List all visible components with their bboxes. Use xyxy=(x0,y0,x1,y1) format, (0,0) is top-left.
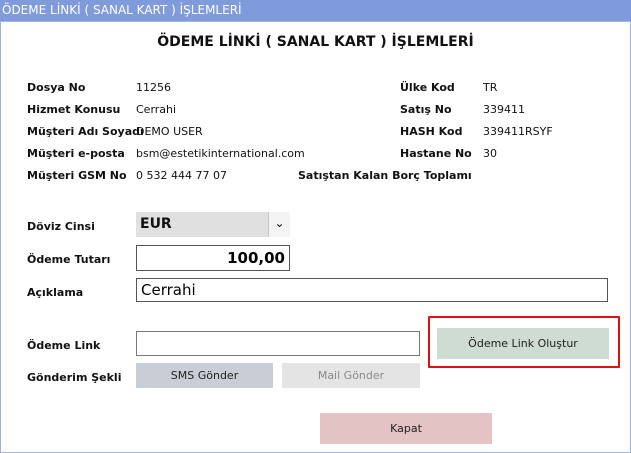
window-title: ÖDEME LİNKİ ( SANAL KART ) İŞLEMLERİ xyxy=(0,0,631,21)
dialog-frame xyxy=(0,21,631,453)
customer-email-value: bsm@estetikinternational.com xyxy=(136,147,305,160)
file-no-label: Dosya No xyxy=(27,81,86,94)
page-title: ÖDEME LİNKİ ( SANAL KART ) İŞLEMLERİ xyxy=(157,34,474,50)
create-payment-link-button[interactable]: Ödeme Link Oluştur xyxy=(437,328,609,359)
send-mail-button[interactable]: Mail Gönder xyxy=(282,363,420,388)
hash-code-value: 339411RSYF xyxy=(483,125,553,138)
currency-select[interactable]: EUR ⌄ xyxy=(136,212,290,237)
customer-name-value: DEMO USER xyxy=(136,125,203,138)
sale-no-label: Satış No xyxy=(400,103,452,116)
country-code-label: Ülke Kod xyxy=(400,81,455,94)
sale-no-value: 339411 xyxy=(483,103,525,116)
send-method-label: Gönderim Şekli xyxy=(27,371,122,384)
remaining-debt-label: Satıştan Kalan Borç Toplamı xyxy=(298,169,472,182)
customer-name-label: Müşteri Adı Soyadı xyxy=(27,125,144,138)
description-label: Açıklama xyxy=(27,286,84,299)
customer-gsm-value: 0 532 444 77 07 xyxy=(136,169,227,182)
currency-label: Döviz Cinsi xyxy=(27,220,95,233)
customer-gsm-label: Müşteri GSM No xyxy=(27,169,127,182)
payment-link-input[interactable] xyxy=(136,331,420,356)
customer-email-label: Müşteri e-posta xyxy=(27,147,125,160)
service-label: Hizmet Konusu xyxy=(27,103,121,116)
chevron-down-icon[interactable]: ⌄ xyxy=(268,212,290,237)
send-sms-button[interactable]: SMS Gönder xyxy=(136,363,273,388)
description-input[interactable] xyxy=(136,278,608,302)
amount-label: Ödeme Tutarı xyxy=(27,253,111,266)
payment-link-label: Ödeme Link xyxy=(27,339,101,352)
file-no-value: 11256 xyxy=(136,81,171,94)
hash-code-label: HASH Kod xyxy=(400,125,463,138)
hospital-no-label: Hastane No xyxy=(400,147,472,160)
amount-input[interactable] xyxy=(136,245,290,271)
hospital-no-value: 30 xyxy=(483,147,497,160)
close-button[interactable]: Kapat xyxy=(320,413,492,444)
service-value: Cerrahi xyxy=(136,103,177,116)
country-code-value: TR xyxy=(483,81,498,94)
currency-selected-value: EUR xyxy=(140,216,172,232)
